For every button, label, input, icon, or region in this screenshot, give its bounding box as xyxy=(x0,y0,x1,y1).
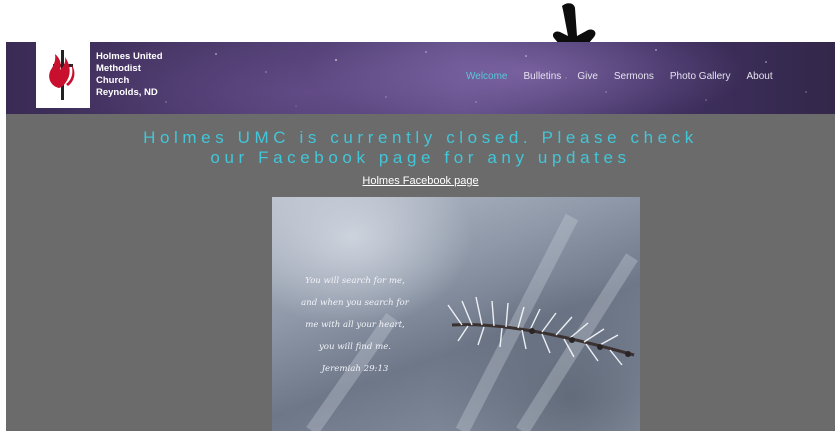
scripture-image: You will search for me, and when you sea… xyxy=(272,197,640,431)
bible-verse: You will search for me, and when you sea… xyxy=(290,270,420,380)
page: Holmes United Methodist Church Reynolds,… xyxy=(0,0,835,431)
nav-item-welcome[interactable]: Welcome xyxy=(466,71,508,85)
closure-announcement: Holmes UMC is currently closed. Please c… xyxy=(6,128,835,168)
united-methodist-cross-flame-logo xyxy=(49,50,75,100)
site-header: Holmes United Methodist Church Reynolds,… xyxy=(6,42,835,114)
nav-item-give[interactable]: Give xyxy=(577,71,598,85)
brand-line: Church xyxy=(96,75,130,86)
brand-line: Holmes United xyxy=(96,51,163,62)
announcement-line-2: our Facebook page for any updates xyxy=(210,148,631,167)
brand-line: Methodist xyxy=(96,63,141,74)
nav-item-photo-gallery[interactable]: Photo Gallery xyxy=(670,71,731,85)
nav-item-sermons[interactable]: Sermons xyxy=(614,71,654,85)
verse-reference: Jeremiah 29:13 xyxy=(321,364,389,374)
verse-line: you will find me. xyxy=(318,342,392,352)
verse-line: and when you search for xyxy=(301,298,409,308)
nav-item-about[interactable]: About xyxy=(746,71,772,85)
verse-line: You will search for me, xyxy=(305,276,405,286)
verse-line: me with all your heart, xyxy=(305,320,405,330)
church-logo[interactable] xyxy=(36,42,90,108)
announcement-line-1: Holmes UMC is currently closed. Please c… xyxy=(143,128,698,147)
brand-line: Reynolds, ND xyxy=(96,87,158,98)
main-navigation: Welcome Bulletins Give Sermons Photo Gal… xyxy=(466,71,789,85)
facebook-page-link[interactable]: Holmes Facebook page xyxy=(6,175,835,187)
website-frame: Holmes United Methodist Church Reynolds,… xyxy=(6,42,835,431)
nav-item-bulletins[interactable]: Bulletins xyxy=(524,71,562,85)
church-name[interactable]: Holmes United Methodist Church Reynolds,… xyxy=(96,51,163,99)
